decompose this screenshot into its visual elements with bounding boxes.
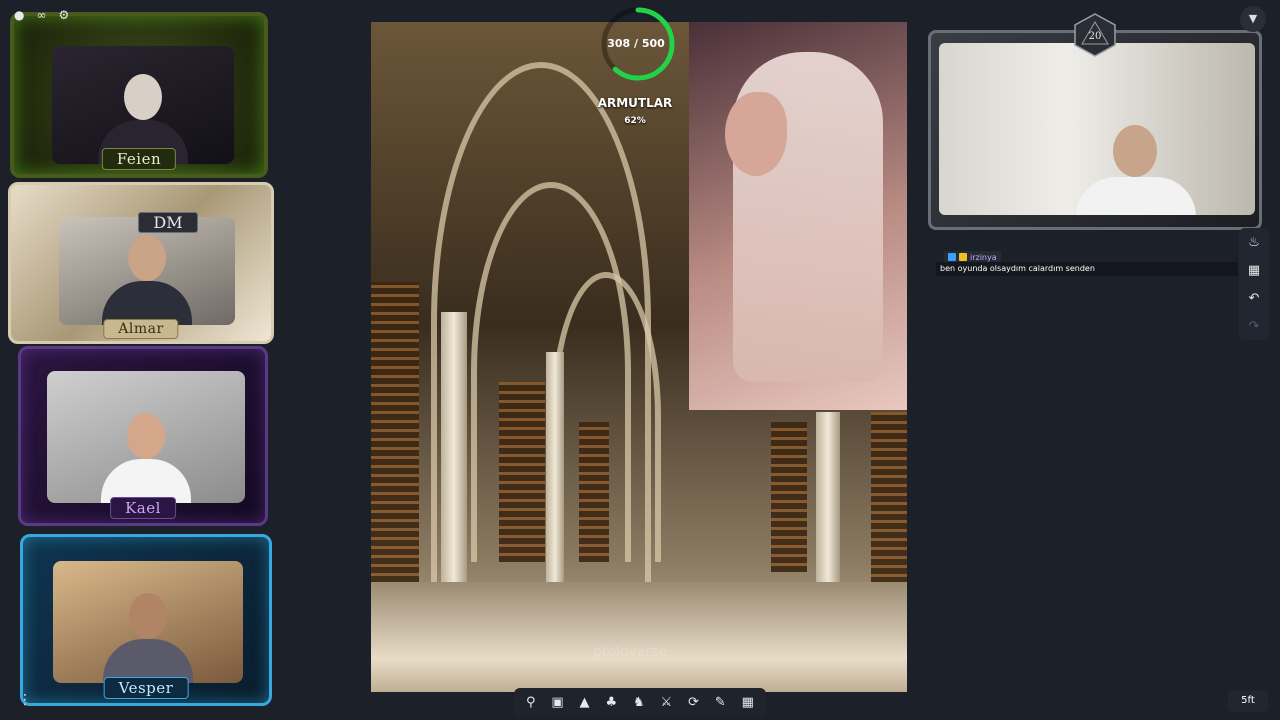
grid-icon[interactable]: ▦ (742, 695, 754, 710)
tree-icon[interactable]: ♣ (605, 695, 617, 710)
player-video (59, 217, 235, 325)
horse-icon[interactable]: ♞ (633, 695, 645, 710)
arch (551, 272, 661, 562)
player-frame-almar[interactable]: Almar (8, 182, 274, 344)
progress-value: 308 / 500 (607, 37, 665, 50)
bookshelf (871, 412, 907, 592)
group-icon[interactable]: ∞ (36, 8, 46, 22)
avatar (1075, 125, 1196, 215)
user-icon[interactable]: ● (14, 8, 24, 22)
character-portrait[interactable] (689, 22, 907, 410)
menu-icon[interactable]: ⋮ (18, 692, 32, 708)
player-video (53, 561, 243, 683)
image-icon[interactable]: ▣ (551, 695, 563, 710)
note-icon[interactable]: ✎ (715, 695, 726, 710)
badge-icon (948, 253, 956, 261)
settings-icon[interactable]: ⚙ (58, 8, 69, 22)
bottom-toolbar: ⚲ ▣ ▲ ♣ ♞ ⚔ ⟳ ✎ ▦ (514, 688, 766, 716)
chevron-down-icon[interactable]: ▼ (1240, 6, 1266, 32)
player-name-plate: Almar (103, 319, 179, 339)
sword-icon[interactable]: ⚔ (661, 695, 673, 710)
watermark: ptoloverse (593, 644, 667, 660)
progress-percent: 62% (624, 116, 646, 126)
player-frame-kael[interactable]: Kael (18, 346, 268, 526)
map-scale[interactable]: 5ft (1228, 690, 1268, 712)
floor (371, 582, 907, 692)
badge-icon (959, 253, 967, 261)
player-video (52, 46, 234, 164)
player-name-plate: Vesper (103, 677, 189, 699)
avatar (102, 235, 192, 325)
player-name-plate: Kael (110, 497, 176, 519)
player-name-plate: Feien (101, 148, 177, 170)
dm-frame[interactable] (928, 30, 1262, 230)
bookshelf (371, 282, 419, 582)
search-icon[interactable]: ⚲ (526, 695, 536, 710)
avatar (101, 413, 191, 503)
top-toolbar: ● ∞ ⚙ (14, 8, 69, 22)
bookshelf (771, 422, 807, 572)
refresh-icon[interactable]: ⟳ (688, 695, 699, 710)
player-video (47, 371, 245, 503)
layers-icon[interactable]: ▦ (1248, 263, 1260, 278)
chat-message: ben oyunda olsaydım calardım senden (936, 262, 1238, 276)
pillar (816, 412, 840, 592)
mountain-icon[interactable]: ▲ (580, 695, 590, 710)
player-frame-vesper[interactable]: Vesper (20, 534, 272, 706)
redo-icon[interactable]: ↷ (1249, 319, 1260, 334)
pillar (441, 312, 467, 582)
d20-dice-icon: 20 (1074, 13, 1116, 57)
side-toolbar: ♨ ▦ ↶ ↷ (1239, 228, 1269, 340)
chat-username: irzinya (970, 252, 997, 262)
dm-video (939, 43, 1255, 215)
pillar (546, 352, 564, 582)
flame-icon[interactable]: ♨ (1248, 235, 1260, 250)
undo-icon[interactable]: ↶ (1249, 291, 1260, 306)
dice-value: 20 (1089, 31, 1102, 42)
player-frame-feien[interactable]: Feien (10, 12, 268, 178)
avatar (103, 593, 193, 683)
dm-name-plate: DM (138, 212, 198, 233)
progress-title: ARMUTLAR (597, 96, 673, 110)
